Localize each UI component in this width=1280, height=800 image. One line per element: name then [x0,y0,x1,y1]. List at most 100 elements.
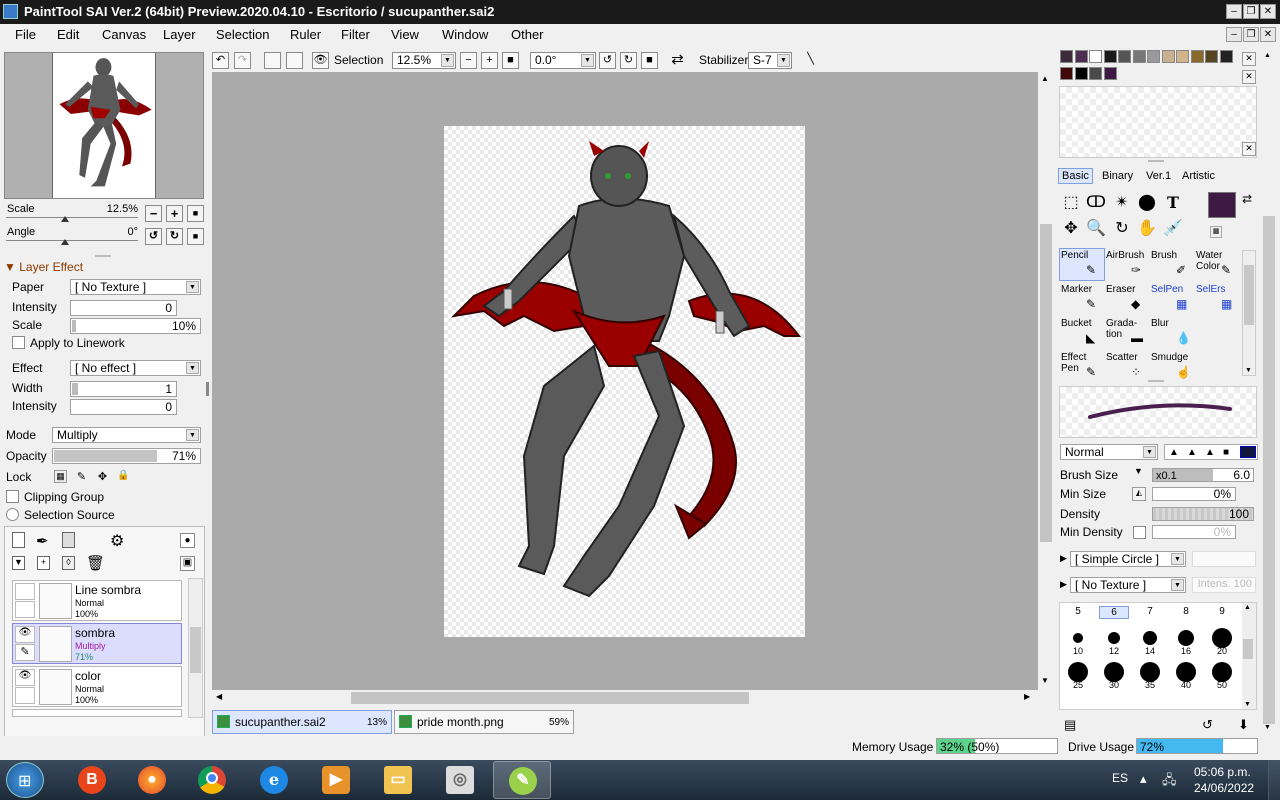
size-list-icon[interactable]: ▤ [1064,717,1076,733]
layer-lock-toggle[interactable] [15,601,35,618]
min-size-slider[interactable]: 0% [1152,487,1236,501]
document-tab-pride-month[interactable]: pride month.png 59% [394,710,574,734]
swap-colors-icon[interactable]: ⇄ [1242,192,1252,206]
expand-arrow-icon[interactable]: ▶ [1060,579,1067,590]
canvas-horizontal-scrollbar[interactable]: ◀ ▶ [212,690,1038,706]
rect-select-icon[interactable]: ⬚ [1060,192,1082,214]
rotate-left-button[interactable]: ↺ [599,52,616,69]
eye-icon[interactable]: 👁 [312,52,329,69]
transfer-down-icon[interactable]: ▼ [12,556,25,570]
menu-filter[interactable]: Filter [341,27,370,42]
brush-size-dot[interactable] [1140,662,1160,682]
size-grid-scrollbar[interactable]: ▲ ▼ [1242,603,1256,709]
layer-row[interactable] [12,709,182,717]
taskbar-ie[interactable]: e [245,761,303,799]
brush-size-preset[interactable]: 6 [1099,606,1129,619]
right-panel-scrollbar[interactable]: ▲ ▼ [1262,46,1276,736]
brush-size-dot[interactable] [1073,633,1083,643]
taskbar-media-player[interactable]: ▶ [307,761,365,799]
nav-zoom-out-button[interactable]: − [145,205,162,222]
show-desktop-button[interactable] [1268,760,1280,800]
size-scroll-thumb[interactable] [1243,639,1253,659]
texture-intensity-slider[interactable]: Intens. 100 [1192,577,1256,593]
scratchpad[interactable] [1059,86,1257,158]
layer-row[interactable]: 👁 color Normal 100% [12,666,182,707]
brush-size-dot[interactable] [1178,630,1194,646]
min-density-checkbox[interactable] [1133,526,1146,539]
lasso-icon[interactable]: ↀ [1085,192,1107,214]
magic-wand-icon[interactable]: ✴ [1111,192,1133,214]
paper-intensity-input[interactable]: 0 [70,300,177,316]
brush-size-dot[interactable] [1212,628,1232,648]
delete-layer-icon[interactable]: 🗑 [86,554,105,572]
palette-close-icon[interactable]: ✕ [1242,70,1256,84]
splitter-grip[interactable] [1148,380,1164,382]
start-button[interactable]: ⊞ [6,762,44,798]
menu-window[interactable]: Window [442,27,488,42]
rotate-icon[interactable]: ↻ [1111,218,1133,240]
opacity-slider[interactable]: 71% [52,448,201,464]
taskbar-app[interactable]: ◎ [431,761,489,799]
palette-swatch[interactable] [1089,50,1102,63]
invert-selection-button[interactable] [286,52,303,69]
pressure-icon[interactable]: ◭ [1132,487,1146,501]
zoom-icon[interactable]: 🔍 [1085,218,1107,240]
brush-size-slider[interactable]: x0.1 6.0 [1152,468,1254,482]
brush-empty[interactable] [1194,350,1240,383]
drawing-canvas[interactable] [444,126,805,637]
brush-marker[interactable]: Marker ✎ [1059,282,1105,315]
taskbar-painttool-sai[interactable]: ✎ [493,761,551,799]
apply-linework-checkbox[interactable] [12,336,25,349]
brush-size-preset[interactable]: 7 [1135,606,1165,617]
zoom-in-button[interactable]: + [481,52,498,69]
tab-basic[interactable]: Basic [1058,168,1093,184]
menu-file[interactable]: File [15,27,36,42]
merge-down-icon[interactable]: + [37,556,50,570]
palette-swatch[interactable] [1190,50,1204,63]
scroll-down-arrow[interactable]: ▼ [1244,701,1251,708]
layer-scrollbar[interactable] [188,578,203,718]
nav-scale-slider[interactable] [6,217,138,218]
zoom-out-button[interactable]: − [460,52,477,69]
taskbar-explorer[interactable]: ▭ [369,761,427,799]
palette-close-icon[interactable]: ✕ [1242,142,1256,156]
layer-lock-toggle[interactable] [15,687,35,704]
brush-smudge[interactable]: Smudge ☝ [1149,350,1195,383]
reset-icon[interactable]: ↺ [1202,717,1213,733]
doc-close-button[interactable]: ✕ [1260,27,1276,42]
nav-rotate-right-button[interactable]: ↻ [166,228,183,245]
deselect-button[interactable] [264,52,281,69]
brush-water-color[interactable]: Water Color ✎ [1194,248,1240,281]
rotate-reset-button[interactable]: ■ [641,52,658,69]
brush-airbrush[interactable]: AirBrush ✑ [1104,248,1150,281]
maximize-button[interactable]: ❐ [1243,4,1259,19]
doc-restore-button[interactable]: ❐ [1243,27,1259,42]
eyedropper-icon[interactable]: 💉 [1162,218,1184,240]
zoom-combo[interactable]: 12.5% ▼ [392,52,456,69]
blend-mode-select[interactable]: Multiply ▼ [52,427,201,443]
redo-button[interactable]: ↷ [234,52,251,69]
layer-row[interactable]: 👁 ✎ sombra Multiply 71% [12,623,182,664]
move-icon[interactable]: ✥ [1060,218,1082,240]
splitter-grip[interactable] [95,255,111,257]
nav-angle-slider[interactable] [6,240,138,241]
angle-combo[interactable]: 0.0° ▼ [530,52,596,69]
scroll-up-arrow[interactable]: ▲ [1244,604,1251,611]
menu-selection[interactable]: Selection [216,27,269,42]
clock-date[interactable]: 24/06/2022 [1194,781,1254,795]
scroll-down-arrow[interactable]: ▼ [1041,676,1049,685]
layer-row[interactable]: Line sombra Normal 100% [12,580,182,621]
shape-icon[interactable]: ⬤ [1136,192,1158,214]
new-linework-layer-icon[interactable]: ✒ [36,532,49,550]
expand-arrow-icon[interactable]: ▶ [1060,553,1067,564]
rotate-right-button[interactable]: ↻ [620,52,637,69]
brush-eraser[interactable]: Eraser ◆ [1104,282,1150,315]
canvas-area[interactable] [212,72,1038,690]
zoom-reset-button[interactable]: ■ [502,52,519,69]
palette-swatch[interactable] [1147,50,1160,63]
taskbar-chrome[interactable] [183,761,241,799]
canvas-vertical-scrollbar[interactable]: ▲ ▼ [1038,72,1054,690]
brush-blur[interactable]: Blur 💧 [1149,316,1195,349]
taskbar-brave[interactable]: B [63,761,121,799]
eye-icon[interactable]: 👁 [15,626,35,643]
